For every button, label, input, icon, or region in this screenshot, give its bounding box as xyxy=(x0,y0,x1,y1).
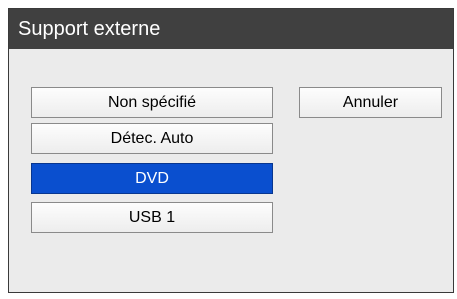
option-non-specifie-button[interactable]: Non spécifié xyxy=(31,87,273,118)
option-detec-auto-button[interactable]: Détec. Auto xyxy=(31,123,273,154)
option-usb1-button[interactable]: USB 1 xyxy=(31,202,273,233)
cancel-button[interactable]: Annuler xyxy=(299,87,442,118)
dialog-title: Support externe xyxy=(18,18,161,40)
dialog-titlebar: Support externe xyxy=(9,9,453,49)
external-media-dialog: Support externe Non spécifié Détec. Auto… xyxy=(8,8,454,293)
option-dvd-button[interactable]: DVD xyxy=(31,163,273,194)
